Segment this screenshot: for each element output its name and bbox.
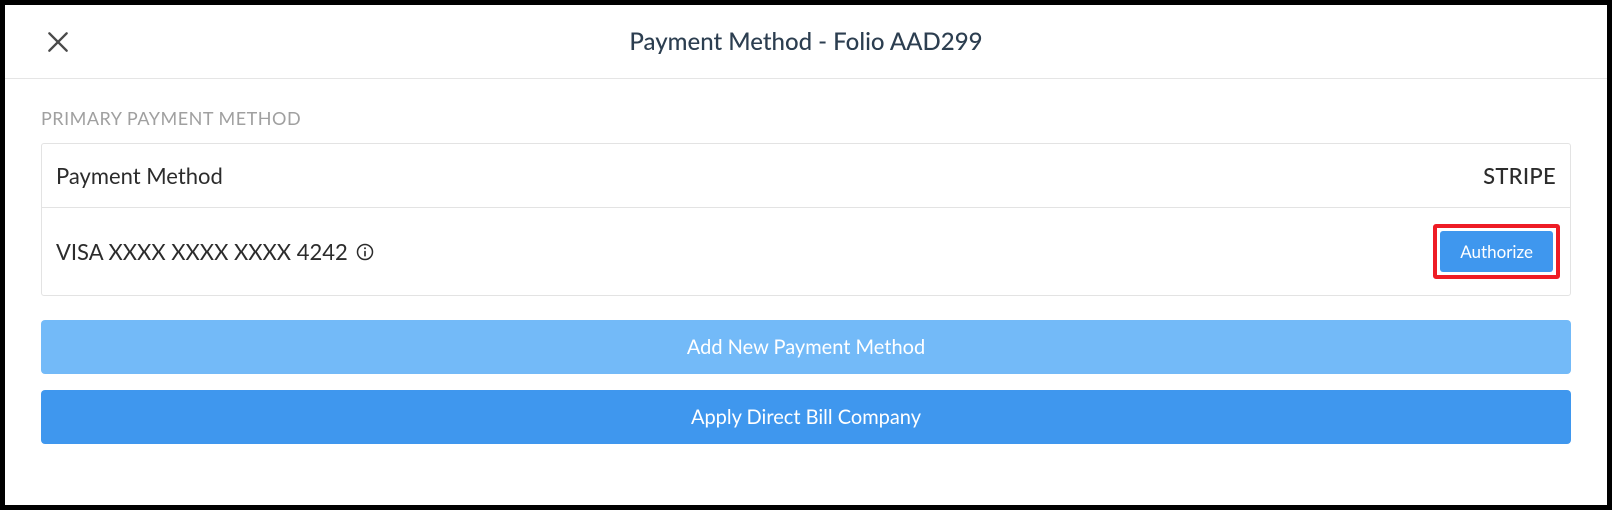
card-info: VISA XXXX XXXX XXXX 4242 — [56, 238, 376, 265]
close-button[interactable] — [43, 27, 73, 57]
authorize-button[interactable]: Authorize — [1440, 231, 1553, 272]
modal-title: Payment Method - Folio AAD299 — [23, 27, 1589, 56]
table-header-row: Payment Method STRIPE — [42, 144, 1570, 208]
authorize-highlight: Authorize — [1433, 224, 1560, 279]
payment-method-column-header: Payment Method — [56, 162, 223, 189]
action-buttons: Add New Payment Method Apply Direct Bill… — [41, 320, 1571, 444]
section-label: PRIMARY PAYMENT METHOD — [41, 107, 1571, 129]
close-icon — [45, 29, 71, 55]
add-new-payment-method-button[interactable]: Add New Payment Method — [41, 320, 1571, 374]
info-icon[interactable] — [354, 241, 376, 263]
apply-direct-bill-company-button[interactable]: Apply Direct Bill Company — [41, 390, 1571, 444]
modal-content: PRIMARY PAYMENT METHOD Payment Method ST… — [5, 79, 1607, 462]
modal-header: Payment Method - Folio AAD299 — [5, 5, 1607, 79]
card-number-text: VISA XXXX XXXX XXXX 4242 — [56, 238, 348, 265]
modal-container: Payment Method - Folio AAD299 PRIMARY PA… — [0, 0, 1612, 510]
table-row: VISA XXXX XXXX XXXX 4242 Authorize — [42, 208, 1570, 295]
payment-method-table: Payment Method STRIPE VISA XXXX XXXX XXX… — [41, 143, 1571, 296]
provider-label: STRIPE — [1483, 162, 1556, 189]
